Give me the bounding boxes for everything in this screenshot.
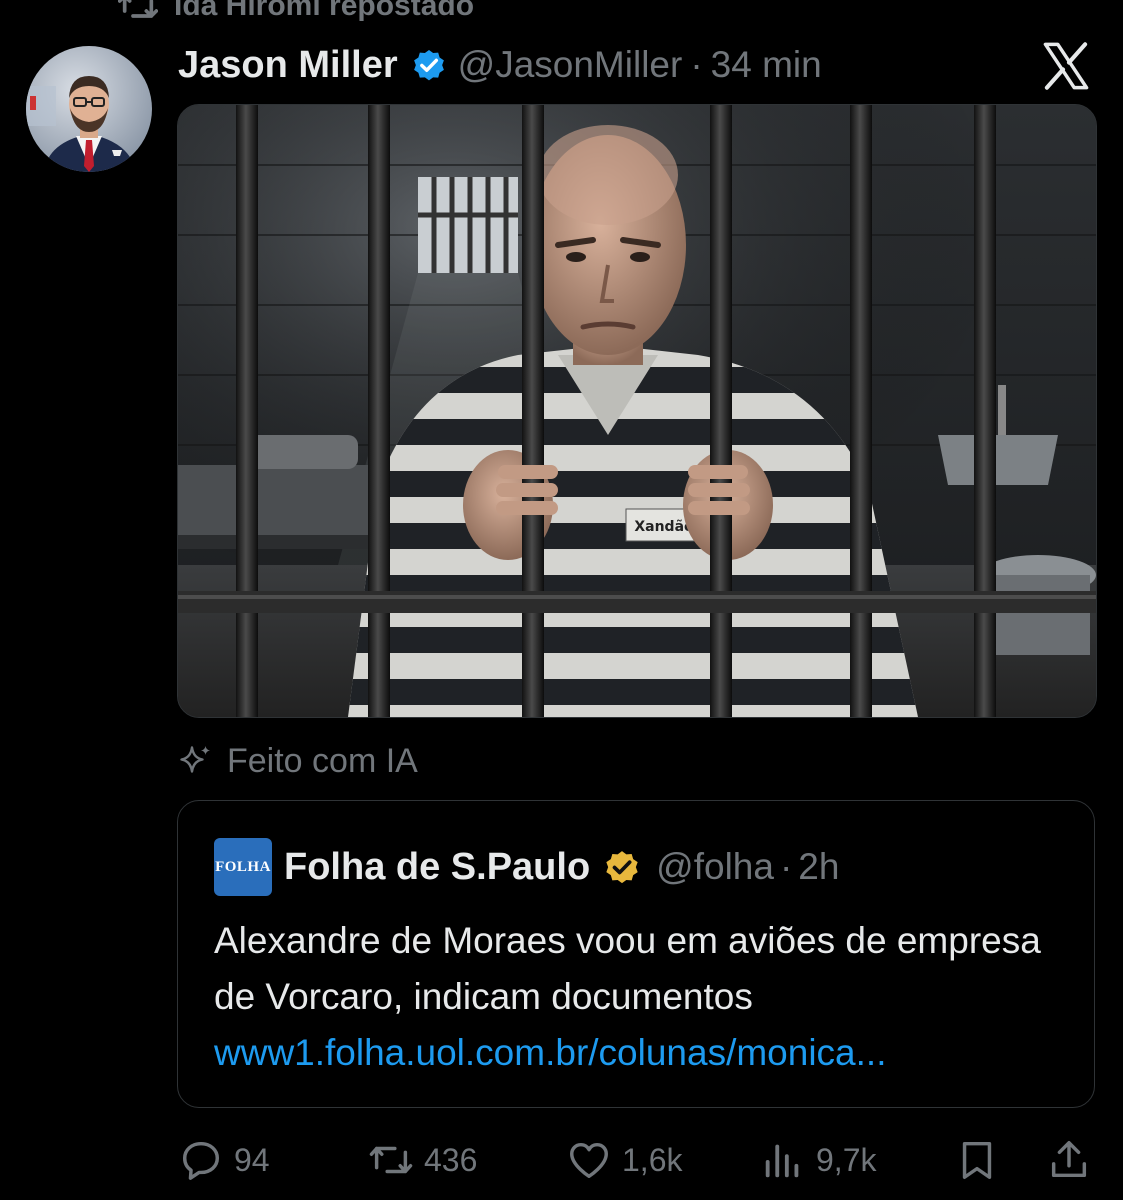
author-handle[interactable]: @JasonMiller — [458, 44, 683, 86]
post-header: Jason Miller @JasonMiller · 34 min — [178, 40, 822, 90]
bookmark-icon — [962, 1141, 992, 1179]
repost-count: 436 — [424, 1141, 478, 1178]
share-icon — [1051, 1141, 1087, 1178]
quoted-post-header: FOLHA Folha de S.Paulo @folha · 2h — [214, 838, 839, 896]
quoted-author-handle[interactable]: @folha — [656, 846, 774, 888]
sparkle-icon — [180, 746, 210, 773]
share-button[interactable] — [1046, 1134, 1092, 1186]
like-button[interactable]: 1,6k — [566, 1134, 682, 1186]
author-avatar[interactable] — [26, 46, 152, 172]
repost-context[interactable]: Ida Hiromi repostado — [118, 0, 474, 26]
bookmark-button[interactable] — [954, 1134, 1000, 1186]
like-count: 1,6k — [622, 1141, 683, 1178]
quoted-post-text: Alexandre de Moraes voou em aviões de em… — [214, 920, 1041, 1017]
author-name[interactable]: Jason Miller — [178, 44, 398, 87]
quoted-post-time[interactable]: 2h — [798, 846, 839, 888]
views-icon — [765, 1144, 799, 1178]
post-time[interactable]: 34 min — [711, 44, 822, 86]
action-bar: 94 436 1,6k 9,7k — [0, 1134, 1123, 1186]
views-count: 9,7k — [816, 1141, 877, 1178]
reply-button[interactable]: 94 — [178, 1134, 270, 1186]
separator: · — [690, 44, 703, 85]
quoted-author-name[interactable]: Folha de S.Paulo — [284, 846, 590, 889]
quoted-post-link[interactable]: www1.folha.uol.com.br/colunas/monica... — [214, 1025, 886, 1081]
verified-badge-icon[interactable] — [410, 46, 448, 84]
separator: · — [779, 846, 793, 887]
x-logo-icon[interactable] — [1040, 40, 1092, 92]
views-button[interactable]: 9,7k — [760, 1134, 876, 1186]
reply-count: 94 — [234, 1141, 270, 1178]
folha-avatar[interactable]: FOLHA — [214, 838, 272, 896]
reply-icon — [182, 1141, 220, 1180]
quoted-post[interactable]: FOLHA Folha de S.Paulo @folha · 2h Alexa… — [177, 800, 1095, 1108]
repost-icon — [118, 0, 158, 18]
repost-button[interactable]: 436 — [368, 1134, 477, 1186]
ai-label-text: Feito com IA — [227, 741, 418, 780]
heart-icon — [570, 1142, 608, 1179]
ai-generated-label[interactable]: Feito com IA — [177, 738, 418, 784]
gold-verified-badge-icon[interactable] — [602, 847, 642, 887]
repost-text: Ida Hiromi repostado — [174, 0, 475, 22]
post-image[interactable]: Xandão — [177, 104, 1097, 718]
repost-icon — [369, 1146, 413, 1174]
